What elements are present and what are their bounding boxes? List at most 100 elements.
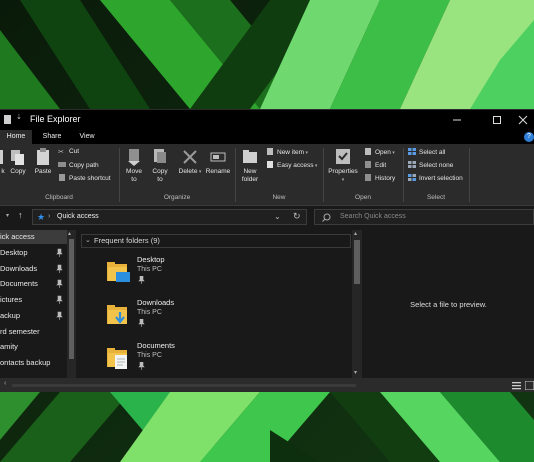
- file-explorer-window: ⇣ File Explorer Home Share View ? k Copy: [0, 109, 534, 392]
- close-icon: [518, 115, 528, 125]
- ribbon-tabs: Home Share View ?: [0, 130, 534, 144]
- nav-item-label: ontacts backup: [0, 358, 51, 367]
- clipboard-group-label: Clipboard: [45, 194, 73, 201]
- folder-location: This PC: [137, 352, 162, 359]
- new-item-label: New item: [277, 149, 305, 156]
- nav-scrollbar-thumb[interactable]: [69, 239, 74, 359]
- new-folder-button[interactable]: New folder: [238, 148, 262, 184]
- help-icon[interactable]: ?: [524, 132, 534, 142]
- up-arrow-icon[interactable]: ↑: [18, 210, 23, 220]
- pin-icon: [138, 276, 145, 284]
- nav-item-pictures[interactable]: ictures: [0, 293, 67, 307]
- navigation-pane: ick access Desktop Downloads Documents i…: [0, 230, 77, 378]
- open-button[interactable]: Open ▾: [364, 148, 395, 157]
- frequent-folders-header[interactable]: ⌄ Frequent folders (9): [81, 234, 351, 248]
- nav-item-third-semester[interactable]: rd semester: [0, 325, 67, 339]
- content-scrollbar-thumb[interactable]: [354, 240, 360, 284]
- refresh-icon[interactable]: ↻: [293, 211, 301, 222]
- folder-item-desktop[interactable]: Desktop This PC: [106, 255, 306, 295]
- folder-item-documents[interactable]: Documents This PC: [106, 341, 306, 378]
- new-group-label: New: [272, 194, 286, 201]
- pin-icon: [138, 319, 145, 327]
- properties-button[interactable]: Properties ▾: [326, 148, 360, 184]
- new-item-button[interactable]: New item ▾: [266, 148, 308, 157]
- folder-name: Documents: [137, 341, 175, 350]
- content-scrollbar[interactable]: ▴ ▾: [352, 230, 362, 378]
- cut-button[interactable]: ✂ Cut: [58, 148, 79, 156]
- address-bar[interactable]: ★ › Quick access ⌄ ↻: [32, 209, 307, 225]
- preview-message: Select a file to preview.: [410, 300, 487, 309]
- nav-item-quick-access[interactable]: ick access: [0, 230, 67, 244]
- group-header-label: Frequent folders (9): [94, 236, 160, 245]
- scroll-up-icon[interactable]: ▴: [354, 230, 357, 237]
- close-button[interactable]: [512, 110, 534, 130]
- tab-share[interactable]: Share: [36, 130, 68, 144]
- tab-view[interactable]: View: [72, 130, 102, 144]
- recent-locations-icon[interactable]: ▾: [6, 212, 9, 219]
- easy-access-icon: [267, 161, 273, 168]
- history-button[interactable]: History: [364, 174, 395, 183]
- quick-access-star-icon: ★: [37, 212, 46, 222]
- address-dropdown-icon[interactable]: ⌄: [274, 212, 281, 221]
- select-none-button[interactable]: Select none: [408, 161, 453, 170]
- search-box[interactable]: Search Quick access: [314, 209, 534, 225]
- details-view-icon[interactable]: [512, 381, 521, 390]
- copy-to-button[interactable]: Copy to: [149, 148, 171, 184]
- easy-access-button[interactable]: Easy access ▾: [266, 161, 317, 170]
- invert-selection-button[interactable]: Invert selection: [408, 174, 463, 183]
- move-to-label-line1: Move: [126, 168, 142, 175]
- properties-quick-icon[interactable]: [4, 115, 11, 124]
- move-to-icon: [128, 149, 140, 166]
- tab-home[interactable]: Home: [0, 130, 32, 144]
- nav-item-label: ackup: [0, 311, 21, 320]
- copy-button[interactable]: Copy: [8, 148, 28, 176]
- pin-to-quick-access-button[interactable]: k: [0, 148, 8, 176]
- downloads-folder-icon: [107, 305, 127, 324]
- pin-icon: [0, 150, 3, 164]
- large-icons-view-icon[interactable]: [525, 381, 534, 390]
- status-bar: ‹: [0, 378, 534, 392]
- nav-item-contacts-backup[interactable]: ontacts backup: [0, 356, 67, 370]
- select-all-icon: [408, 148, 416, 155]
- scroll-up-icon[interactable]: ▴: [68, 230, 71, 237]
- ribbon-home: k Copy Paste ✂ Cut Copy path Paste shortc…: [0, 144, 534, 206]
- rename-button[interactable]: Rename: [204, 148, 232, 176]
- documents-folder-icon: [107, 348, 127, 369]
- pin-icon: [56, 295, 63, 304]
- nav-scrollbar[interactable]: ▴: [67, 230, 76, 378]
- open-label: Open: [375, 149, 391, 156]
- copy-path-button[interactable]: Copy path: [58, 161, 99, 170]
- move-to-button[interactable]: Move to: [123, 148, 145, 184]
- folder-item-downloads[interactable]: Downloads This PC: [106, 298, 306, 338]
- nav-item-downloads[interactable]: Downloads: [0, 262, 67, 276]
- ribbon-separator: [469, 148, 470, 202]
- breadcrumb-chevron-icon: ›: [48, 213, 51, 220]
- customize-quick-access-icon[interactable]: ⇣: [16, 113, 24, 122]
- collapse-chevron-icon: ⌄: [85, 237, 91, 244]
- preview-pane: Select a file to preview.: [363, 230, 534, 378]
- pin-icon: [56, 311, 63, 320]
- content-pane: ⌄ Frequent folders (9) Desktop This PC D…: [78, 230, 363, 378]
- delete-icon: [183, 150, 197, 164]
- scroll-down-icon[interactable]: ▾: [354, 369, 357, 376]
- maximize-icon: [493, 116, 501, 124]
- nav-item-amity[interactable]: amity: [0, 340, 67, 354]
- open-group-label: Open: [355, 194, 371, 201]
- select-group-label: Select: [426, 194, 446, 201]
- minimize-icon: [453, 119, 461, 121]
- select-all-button[interactable]: Select all: [408, 148, 445, 157]
- pin-label: k: [1, 168, 5, 175]
- paste-button[interactable]: Paste: [32, 148, 54, 176]
- pin-icon: [56, 248, 63, 257]
- horizontal-scroll-left-icon[interactable]: ‹: [4, 380, 6, 387]
- open-icon: [365, 148, 371, 155]
- minimize-button[interactable]: [442, 110, 472, 130]
- nav-item-backup[interactable]: ackup: [0, 309, 67, 323]
- paste-shortcut-button[interactable]: Paste shortcut: [58, 174, 111, 183]
- delete-button[interactable]: Delete ▾: [177, 148, 203, 176]
- horizontal-scrollbar[interactable]: [12, 384, 356, 387]
- maximize-button[interactable]: [482, 110, 512, 130]
- edit-button[interactable]: Edit: [364, 161, 386, 170]
- nav-item-documents[interactable]: Documents: [0, 277, 67, 291]
- nav-item-desktop[interactable]: Desktop: [0, 246, 67, 260]
